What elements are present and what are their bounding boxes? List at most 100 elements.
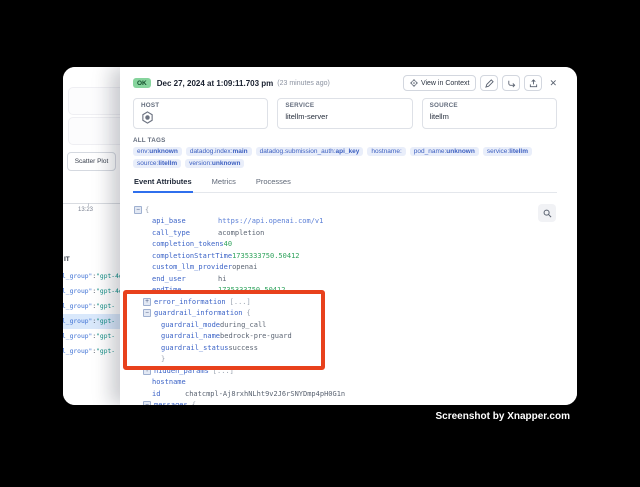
attributes-tree: −{api_basehttps://api.openai.com/v1call_… [133, 204, 557, 405]
attribute-value: { [192, 401, 196, 405]
attribute-row: completionStartTime1735333750.50412 [133, 250, 557, 262]
toggle-minus-icon[interactable]: − [143, 401, 151, 405]
attribute-row: −messages { [133, 400, 557, 406]
attribute-value: bedrock-pre-guard [220, 332, 292, 340]
source-box: SOURCE litellm [422, 98, 557, 129]
tag[interactable]: version:unknown [185, 159, 244, 168]
tag[interactable]: source:litellm [133, 159, 181, 168]
toggle-plus-icon[interactable]: + [143, 367, 151, 375]
tab-event-attributes[interactable]: Event Attributes [133, 177, 193, 193]
source-label: SOURCE [430, 102, 549, 109]
shortcut-arrow-icon [507, 79, 516, 88]
tag[interactable]: pod_name:unknown [410, 147, 479, 156]
close-icon[interactable]: ✕ [549, 75, 557, 91]
attribute-value: } [161, 355, 165, 363]
service-value[interactable]: litellm-server [285, 112, 404, 121]
watermark: Screenshot by Xnapper.com [436, 411, 571, 422]
tab-processes[interactable]: Processes [255, 177, 292, 192]
edit-button[interactable] [480, 75, 498, 91]
export-button[interactable] [524, 75, 542, 91]
attribute-key[interactable]: error_information [154, 298, 226, 306]
info-boxes: HOST SERVICE litellm-server SOURCE litel… [133, 98, 557, 129]
view-in-context-label: View in Context [421, 80, 470, 87]
host-hexagon-icon [141, 111, 154, 124]
attribute-key[interactable]: completion_tokens [152, 240, 224, 248]
background-json-row[interactable]: l_group":"gpt- [63, 329, 120, 344]
host-label: HOST [141, 102, 260, 109]
background-list-row [68, 117, 120, 145]
attribute-key[interactable]: completionStartTime [152, 252, 232, 260]
pencil-icon [485, 79, 494, 88]
attribute-row: hostname [133, 377, 557, 389]
event-detail-panel: OK Dec 27, 2024 at 1:09:11.703 pm (23 mi… [120, 67, 577, 405]
tab-metrics[interactable]: Metrics [211, 177, 237, 192]
app-window: Scatter Plot 13:23 IT l_group":"gpt-4ol_… [63, 67, 577, 405]
attribute-row: guardrail_namebedrock-pre-guard [133, 331, 557, 343]
shortcut-button[interactable] [502, 75, 520, 91]
host-box: HOST [133, 98, 268, 129]
attribute-key[interactable]: endTime [152, 286, 218, 294]
attribute-row: end_userhi [133, 273, 557, 285]
attribute-key[interactable]: guardrail_information [154, 309, 243, 317]
attribute-value: [...] [213, 367, 234, 375]
tag[interactable]: datadog.submission_auth:api_key [256, 147, 364, 156]
axis-tick-label: 13:23 [78, 207, 93, 213]
tag[interactable]: env:unknown [133, 147, 182, 156]
attribute-row: endTime1735333750.50412 [133, 285, 557, 297]
search-button[interactable] [538, 204, 556, 222]
crosshair-icon [410, 79, 418, 87]
toggle-minus-icon[interactable]: − [143, 309, 151, 317]
source-value[interactable]: litellm [430, 112, 549, 121]
attribute-key[interactable]: guardrail_name [161, 332, 220, 340]
attribute-key[interactable]: guardrail_mode [161, 321, 220, 329]
event-attributes-json: −{api_basehttps://api.openai.com/v1call_… [133, 204, 557, 405]
attribute-value: 1735333750.50412 [232, 252, 299, 260]
scatter-plot-button[interactable]: Scatter Plot [67, 152, 116, 171]
attribute-row: custom_llm_provideropenai [133, 262, 557, 274]
attribute-key[interactable]: messages [154, 401, 188, 405]
attribute-row: api_basehttps://api.openai.com/v1 [133, 216, 557, 228]
background-json-row[interactable]: l_group":"gpt- [63, 344, 120, 359]
attribute-row: call_typeacompletion [133, 227, 557, 239]
background-page-strip: Scatter Plot 13:23 IT l_group":"gpt-4ol_… [63, 67, 120, 405]
time-axis [63, 203, 120, 204]
attribute-key[interactable]: api_base [152, 217, 218, 225]
search-icon [543, 209, 552, 218]
attribute-key[interactable]: custom_llm_provider [152, 263, 232, 271]
tag[interactable]: datadog.index:main [186, 147, 252, 156]
background-json-list: l_group":"gpt-4ol_group":"gpt-4ol_group"… [63, 269, 120, 359]
header-actions: View in Context [403, 75, 557, 91]
attribute-value: openai [232, 263, 257, 271]
toggle-minus-icon[interactable]: − [134, 206, 142, 214]
attribute-value[interactable]: https://api.openai.com/v1 [218, 217, 323, 225]
axis-tick-mark [88, 203, 89, 206]
background-json-row[interactable]: l_group":"gpt-4o [63, 284, 120, 299]
attribute-key[interactable]: call_type [152, 229, 218, 237]
attribute-row: +error_information [...] [133, 296, 557, 308]
view-in-context-button[interactable]: View in Context [403, 75, 477, 91]
attribute-key[interactable]: end_user [152, 275, 218, 283]
service-box: SERVICE litellm-server [277, 98, 412, 129]
attribute-value: success [228, 344, 258, 352]
toggle-plus-icon[interactable]: + [143, 298, 151, 306]
attribute-value: [...] [230, 298, 251, 306]
attribute-value: 1735333750.50412 [218, 286, 285, 294]
all-tags-label: ALL TAGS [133, 137, 557, 144]
background-json-row[interactable]: l_group":"gpt- [63, 314, 120, 329]
attribute-value: { [247, 309, 251, 317]
attribute-value: during_call [220, 321, 266, 329]
attribute-key[interactable]: guardrail_status [161, 344, 228, 352]
panel-header: OK Dec 27, 2024 at 1:09:11.703 pm (23 mi… [133, 74, 557, 92]
attribute-key[interactable]: id [152, 390, 185, 398]
tag[interactable]: service:litellm [483, 147, 532, 156]
attribute-key[interactable]: hidden_params [154, 367, 209, 375]
tag[interactable]: hostname: [367, 147, 405, 156]
event-timestamp-title: Dec 27, 2024 at 1:09:11.703 pm [157, 79, 274, 88]
tags-list: env:unknown datadog.index:main datadog.sub… [133, 147, 557, 168]
attribute-key[interactable]: hostname [152, 378, 186, 386]
background-json-row[interactable]: l_group":"gpt-4o [63, 269, 120, 284]
background-json-row[interactable]: l_group":"gpt- [63, 299, 120, 314]
background-list-row [68, 87, 120, 115]
attribute-value: chatcmpl-Aj8rxhNLht9v2J6rSNYDmp4pH0G1n [185, 390, 345, 398]
attribute-row: +hidden_params [...] [133, 365, 557, 377]
